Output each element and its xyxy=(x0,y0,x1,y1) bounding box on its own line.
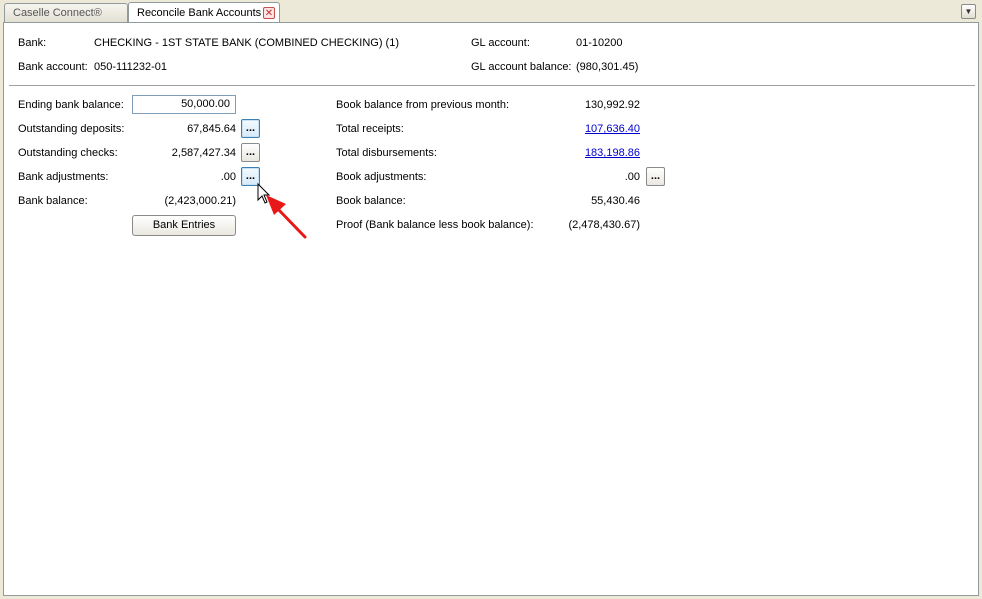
bank-adjustments-ellipsis-button[interactable]: ... xyxy=(241,167,260,186)
bank-account-label: Bank account: xyxy=(18,61,88,73)
total-disbursements-label: Total disbursements: xyxy=(336,147,437,159)
outstanding-deposits-ellipsis-button[interactable]: ... xyxy=(241,119,260,138)
bank-entries-button[interactable]: Bank Entries xyxy=(132,215,236,236)
outstanding-checks-ellipsis-button[interactable]: ... xyxy=(241,143,260,162)
book-balance-prev-month-value: 130,992.92 xyxy=(584,99,640,111)
bank-balance-label: Bank balance: xyxy=(18,195,88,207)
reconcile-panel: Bank: CHECKING - 1ST STATE BANK (COMBINE… xyxy=(3,22,979,596)
tab-label: Caselle Connect® xyxy=(13,7,102,19)
bank-adjustments-label: Bank adjustments: xyxy=(18,171,109,183)
bank-value: CHECKING - 1ST STATE BANK (COMBINED CHEC… xyxy=(94,37,399,49)
ending-bank-balance-label: Ending bank balance: xyxy=(18,99,124,111)
gl-account-value: 01-10200 xyxy=(576,37,623,49)
tab-bar: Caselle Connect® Reconcile Bank Accounts… xyxy=(0,0,982,23)
tab-list-dropdown-icon[interactable]: ▼ xyxy=(961,4,976,19)
gl-account-label: GL account: xyxy=(471,37,530,49)
outstanding-checks-label: Outstanding checks: xyxy=(18,147,118,159)
gl-account-balance-value: (980,301.45) xyxy=(576,61,639,73)
gl-account-balance-label: GL account balance: xyxy=(471,61,572,73)
proof-label: Proof (Bank balance less book balance): xyxy=(336,219,534,231)
bank-account-value: 050-111232-01 xyxy=(94,61,167,73)
divider xyxy=(9,85,975,86)
total-receipts-link[interactable]: 107,636.40 xyxy=(524,123,640,135)
outstanding-deposits-label: Outstanding deposits: xyxy=(18,123,125,135)
outstanding-deposits-value: 67,845.64 xyxy=(187,123,236,135)
total-receipts-label: Total receipts: xyxy=(336,123,404,135)
ending-bank-balance-input[interactable]: 50,000.00 xyxy=(132,95,236,114)
book-balance-value: 55,430.46 xyxy=(591,195,640,207)
book-adjustments-value: .00 xyxy=(624,171,640,183)
book-balance-prev-month-label: Book balance from previous month: xyxy=(336,99,510,111)
book-balance-label: Book balance: xyxy=(336,195,406,207)
tab-reconcile-bank-accounts[interactable]: Reconcile Bank Accounts ✕ xyxy=(128,2,280,23)
total-disbursements-link[interactable]: 183,198.86 xyxy=(524,147,640,159)
bank-balance-value: (2,423,000.21) xyxy=(164,195,236,207)
tab-caselle-connect[interactable]: Caselle Connect® xyxy=(4,3,128,22)
bank-label: Bank: xyxy=(18,37,47,49)
proof-value: (2,478,430.67) xyxy=(568,219,640,231)
close-icon[interactable]: ✕ xyxy=(263,7,275,19)
book-adjustments-label: Book adjustments: xyxy=(336,171,427,183)
book-adjustments-ellipsis-button[interactable]: ... xyxy=(646,167,665,186)
bank-adjustments-value: .00 xyxy=(220,171,236,183)
tab-label: Reconcile Bank Accounts xyxy=(137,7,262,19)
outstanding-checks-value: 2,587,427.34 xyxy=(171,147,236,159)
